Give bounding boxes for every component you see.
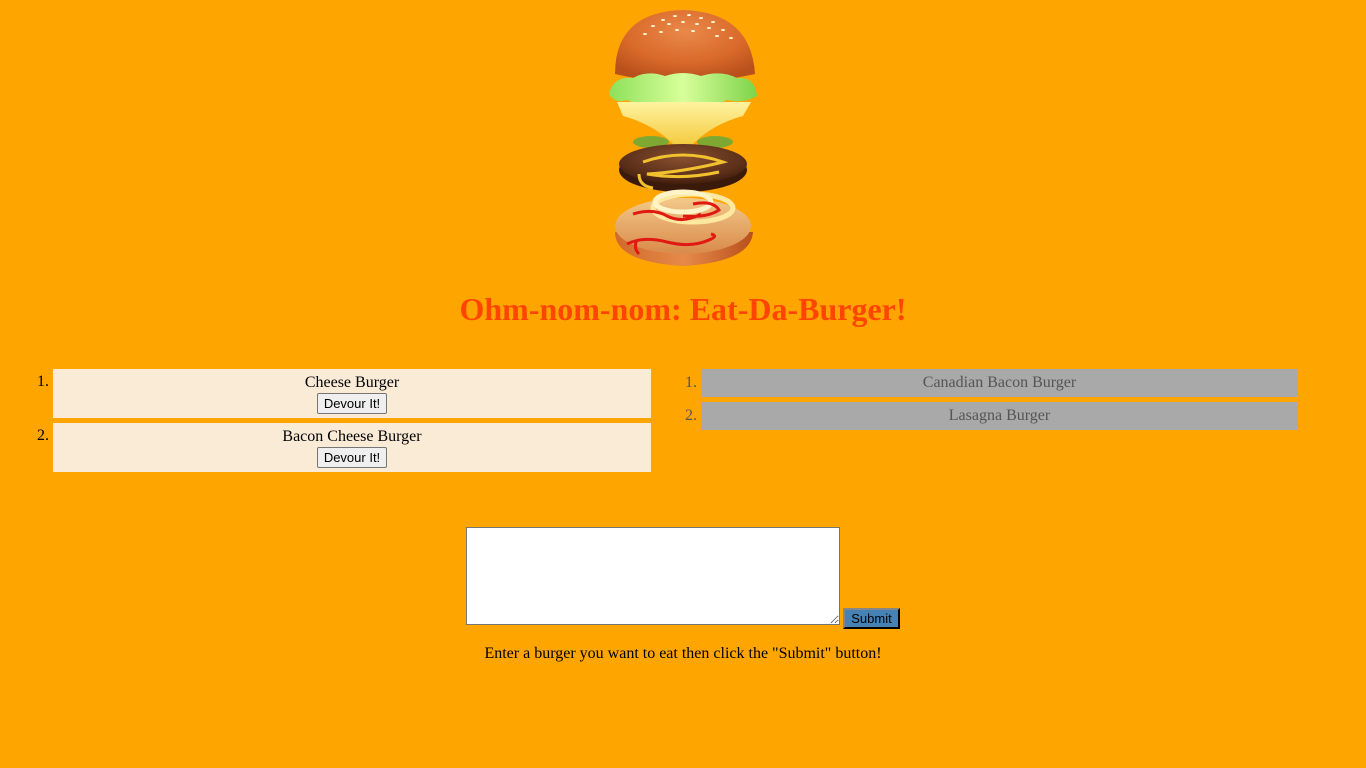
list-number: 1. xyxy=(37,373,49,390)
list-item: 1. Canadian Bacon Burger xyxy=(685,369,1298,397)
submit-button[interactable]: Submit xyxy=(843,608,900,629)
burger-name-input[interactable] xyxy=(466,527,840,625)
instructions-text: Enter a burger you want to eat then clic… xyxy=(484,645,882,662)
burger-logo xyxy=(603,4,763,268)
list-item: 2. Bacon Cheese Burger Devour It! xyxy=(37,423,651,472)
burger-name: Cheese Burger xyxy=(304,374,400,391)
burger-name: Lasagna Burger xyxy=(948,407,1051,424)
page-title: Ohm-nom-nom: Eat-Da-Burger! xyxy=(459,291,907,327)
devour-button[interactable]: Devour It! xyxy=(316,393,388,414)
list-item: 2. Lasagna Burger xyxy=(685,402,1298,430)
burger-name: Canadian Bacon Burger xyxy=(922,374,1077,391)
uneaten-burger-list: 1. Cheese Burger Devour It! 2. Bacon Che… xyxy=(37,369,651,477)
burger-illustration-icon xyxy=(609,10,757,266)
list-number: 2. xyxy=(685,407,697,424)
burger-name: Bacon Cheese Burger xyxy=(282,428,422,445)
list-number: 2. xyxy=(37,427,49,444)
list-number: 1. xyxy=(685,374,697,391)
devoured-burger-list: 1. Canadian Bacon Burger 2. Lasagna Burg… xyxy=(685,369,1298,435)
devour-button[interactable]: Devour It! xyxy=(316,447,388,468)
list-item: 1. Cheese Burger Devour It! xyxy=(37,369,651,418)
